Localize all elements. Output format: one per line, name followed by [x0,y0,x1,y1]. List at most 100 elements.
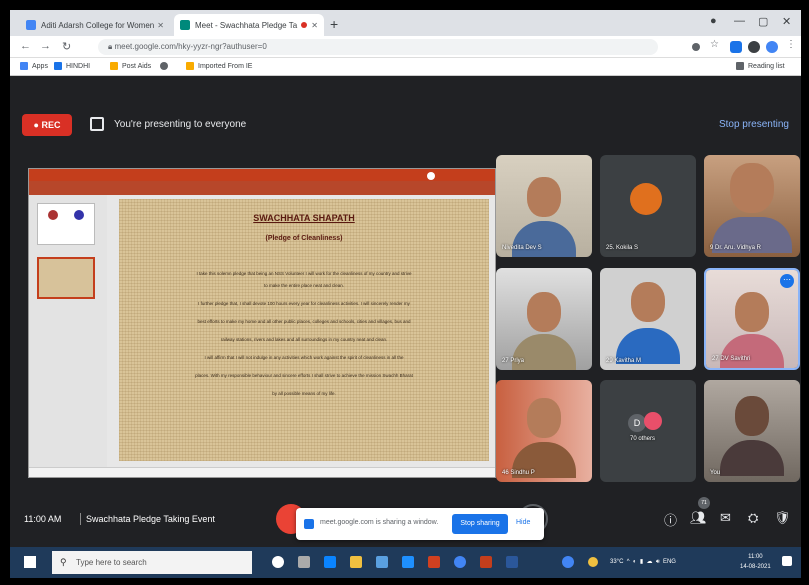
menu-kebab-icon[interactable]: ⋮ [786,39,798,51]
share-window-icon [304,519,314,529]
participant-name: You [710,470,721,476]
ppt-title-bar [29,169,495,181]
notification-icon[interactable] [782,556,792,566]
logo-icon [48,210,58,220]
participant-face [527,177,561,217]
participant-name: Nivedita Dev S [502,245,542,251]
sharing-notification: meet.google.com is sharing a window. Sto… [296,508,544,540]
tab-label: Aditi Adarsh College for Women [41,20,155,30]
more-options-icon[interactable]: ⋯ [780,274,794,288]
globe-icon [160,62,168,70]
minimize-icon[interactable]: — [734,15,745,27]
browser-tab-meet[interactable]: Meet - Swachhata Pledge Ta ✕ [174,14,324,36]
chrome-profile-icon[interactable] [562,556,574,568]
slide-line: to make the entire place neat and clean. [263,283,345,288]
apps-grid-icon [20,62,28,70]
windows-taskbar: Type here to search ⚲ 33°C ^ ◐ ▮ ☁ 🔊︎ EN… [10,547,801,578]
slide-line: railway stations, rivers and lakes and a… [220,337,388,342]
tab-label: Meet - Swachhata Pledge Ta [195,20,298,30]
url-field[interactable]: 🔒︎ meet.google.com/hky-yyzr-ngr?authuser… [98,39,658,55]
participant-face [735,292,769,332]
participant-tile[interactable]: Nivedita Dev S [496,155,592,257]
info-icon[interactable]: ⓘ [664,510,677,529]
search-icon: ⚲ [60,557,67,567]
screen: Aditi Adarsh College for Women ✕ Meet - … [10,10,801,578]
present-screen-icon [90,117,104,131]
windows-start-icon[interactable] [24,556,36,568]
weather-icon[interactable] [588,557,598,567]
stop-presenting-button[interactable]: Stop presenting [719,119,789,130]
host-controls-icon[interactable]: 🛡︎ [774,510,791,526]
forward-icon[interactable]: → [40,40,51,52]
participant-tile[interactable]: 29 Kavitha M [600,268,696,370]
slide-title: SWACHHATA SHAPATH [253,213,355,223]
cast-icon[interactable] [692,43,700,51]
bookmark-hindhi[interactable]: HINDHI [54,62,90,70]
maximize-icon[interactable]: ▢ [758,15,768,28]
folder-icon [186,62,194,70]
slide-line: I take this solemn pledge that being an … [196,271,412,276]
back-icon[interactable]: ← [20,40,31,52]
participant-face [735,396,769,436]
activities-icon[interactable]: ⛭ [748,510,758,526]
new-tab-icon[interactable]: + [330,16,338,32]
participant-tile[interactable]: 46 Sindhu P [496,380,592,482]
reload-icon[interactable]: ↻ [62,40,71,53]
slide-thumbnail-1[interactable] [37,203,95,245]
slide-thumbnail-2[interactable] [37,257,95,299]
task-view-icon[interactable] [298,556,310,568]
slide-line: best efforts to make my home and all oth… [197,319,411,324]
participant-tile-others[interactable]: D 70 others [600,380,696,482]
participant-tile-self[interactable]: You [704,380,800,482]
powerpoint-icon[interactable] [480,556,492,568]
ppt-ribbon [29,181,495,195]
reading-list[interactable]: Reading list [736,62,785,70]
participant-face [527,398,561,438]
file-explorer-icon[interactable] [350,556,362,568]
account-avatar-icon[interactable] [766,41,778,53]
participant-tile-active[interactable]: ⋯ 27 DV Savithri [704,268,800,370]
puzzle-icon[interactable] [748,41,760,53]
participant-tile[interactable]: 27 Priya [496,268,592,370]
ppt-record-icon [427,172,435,180]
participant-face [730,163,774,213]
people-icon[interactable]: 👥︎ [690,510,707,526]
edge-icon[interactable] [324,556,336,568]
participant-tile[interactable]: 25. Kokila S [600,155,696,257]
participant-name: 25. Kokila S [606,245,639,251]
meet-favicon-icon [180,20,190,30]
bookmarks-bar: Apps HINDHI Post Aids Imported From IE R… [10,58,801,76]
browser-tab-college[interactable]: Aditi Adarsh College for Women ✕ [20,14,170,36]
bookmark-imported[interactable]: Imported From IE [186,62,252,70]
participant-tile[interactable]: 9 Dr. Aru. Vidhya R [704,155,800,257]
bookmark-post-aids[interactable]: Post Aids [110,62,151,70]
word-icon[interactable] [506,556,518,568]
store-icon[interactable] [376,556,388,568]
star-icon[interactable]: ☆ [710,39,722,51]
profile-icon[interactable]: ● [710,15,717,27]
extension-icon[interactable] [730,41,742,53]
presenting-message: You're presenting to everyone [114,119,247,130]
close-tab-icon[interactable]: ✕ [157,21,164,30]
close-window-icon[interactable]: ✕ [782,15,791,28]
close-tab-icon[interactable]: ✕ [311,21,318,30]
participant-face [527,292,561,332]
office-icon[interactable] [428,556,440,568]
cortana-icon[interactable] [272,556,284,568]
system-tray: 33°C ^ ◐ ▮ ☁ 🔊︎ ENG [610,559,676,565]
presenting-bar: ● REC You're presenting to everyone Stop… [10,110,801,140]
recording-badge: ● REC [22,114,72,136]
chat-icon[interactable]: ✉ [720,510,731,526]
bookmark-apps[interactable]: Apps [20,62,48,70]
reading-list-icon [736,62,744,70]
taskbar-search-input[interactable]: Type here to search [52,551,252,574]
participant-name: 70 others [630,436,656,442]
divider [80,513,81,525]
slide-line: I will affirm that I will not indulge in… [204,355,404,360]
mail-icon[interactable] [402,556,414,568]
taskbar-clock[interactable]: 11:00 14-08-2021 [740,552,771,572]
hide-button[interactable]: Hide [516,519,530,526]
chrome-icon[interactable] [454,556,466,568]
bookmark-globe[interactable] [160,62,172,70]
stop-sharing-button[interactable]: Stop sharing [452,514,508,534]
